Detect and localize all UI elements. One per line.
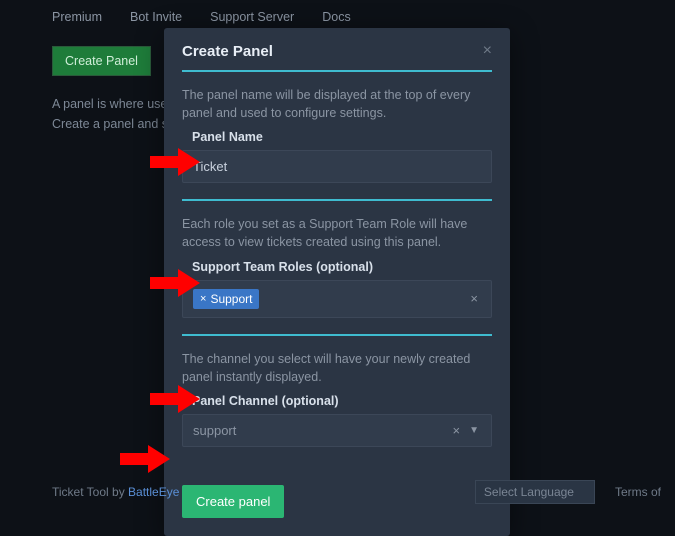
modal-title: Create Panel [182,43,273,60]
panel-name-input[interactable] [193,159,481,174]
nav-bot-invite[interactable]: Bot Invite [130,10,182,24]
panel-channel-select[interactable]: support × ▼ [182,414,492,447]
tag-remove-icon[interactable]: × [200,293,206,305]
support-roles-label: Support Team Roles (optional) [192,260,492,274]
clear-channel-icon[interactable]: × [450,423,464,438]
modal-body: The panel name will be displayed at the … [164,70,510,475]
footer-author-link[interactable]: BattleEye [128,485,179,499]
close-icon[interactable]: × [483,42,492,60]
section-description: The panel name will be displayed at the … [182,86,492,122]
panel-channel-section: The channel you select will have your ne… [182,334,492,463]
nav-support-server[interactable]: Support Server [210,10,294,24]
footer-credit: Ticket Tool by BattleEye [52,485,179,499]
support-roles-section: Each role you set as a Support Team Role… [182,199,492,333]
section-description: The channel you select will have your ne… [182,350,492,386]
create-panel-modal: Create Panel × The panel name will be di… [164,28,510,536]
panel-channel-value: support [193,423,444,438]
page-footer: Ticket Tool by BattleEye Select Language… [52,480,661,504]
modal-header: Create Panel × [164,28,510,70]
create-panel-button-bg[interactable]: Create Panel [52,46,151,76]
nav-premium[interactable]: Premium [52,10,102,24]
support-roles-input[interactable]: × Support × [182,280,492,318]
section-description: Each role you set as a Support Team Role… [182,215,492,251]
nav-docs[interactable]: Docs [322,10,350,24]
role-tag[interactable]: × Support [193,289,259,309]
panel-name-section: The panel name will be displayed at the … [182,70,492,199]
language-select[interactable]: Select Language [475,480,595,504]
chevron-down-icon[interactable]: ▼ [467,425,481,436]
panel-name-label: Panel Name [192,130,492,144]
panel-name-input-wrap[interactable] [182,150,492,183]
panel-channel-label: Panel Channel (optional) [192,394,492,408]
role-tag-label: Support [210,292,252,306]
clear-roles-icon[interactable]: × [467,291,481,306]
terms-link[interactable]: Terms of [615,485,661,499]
